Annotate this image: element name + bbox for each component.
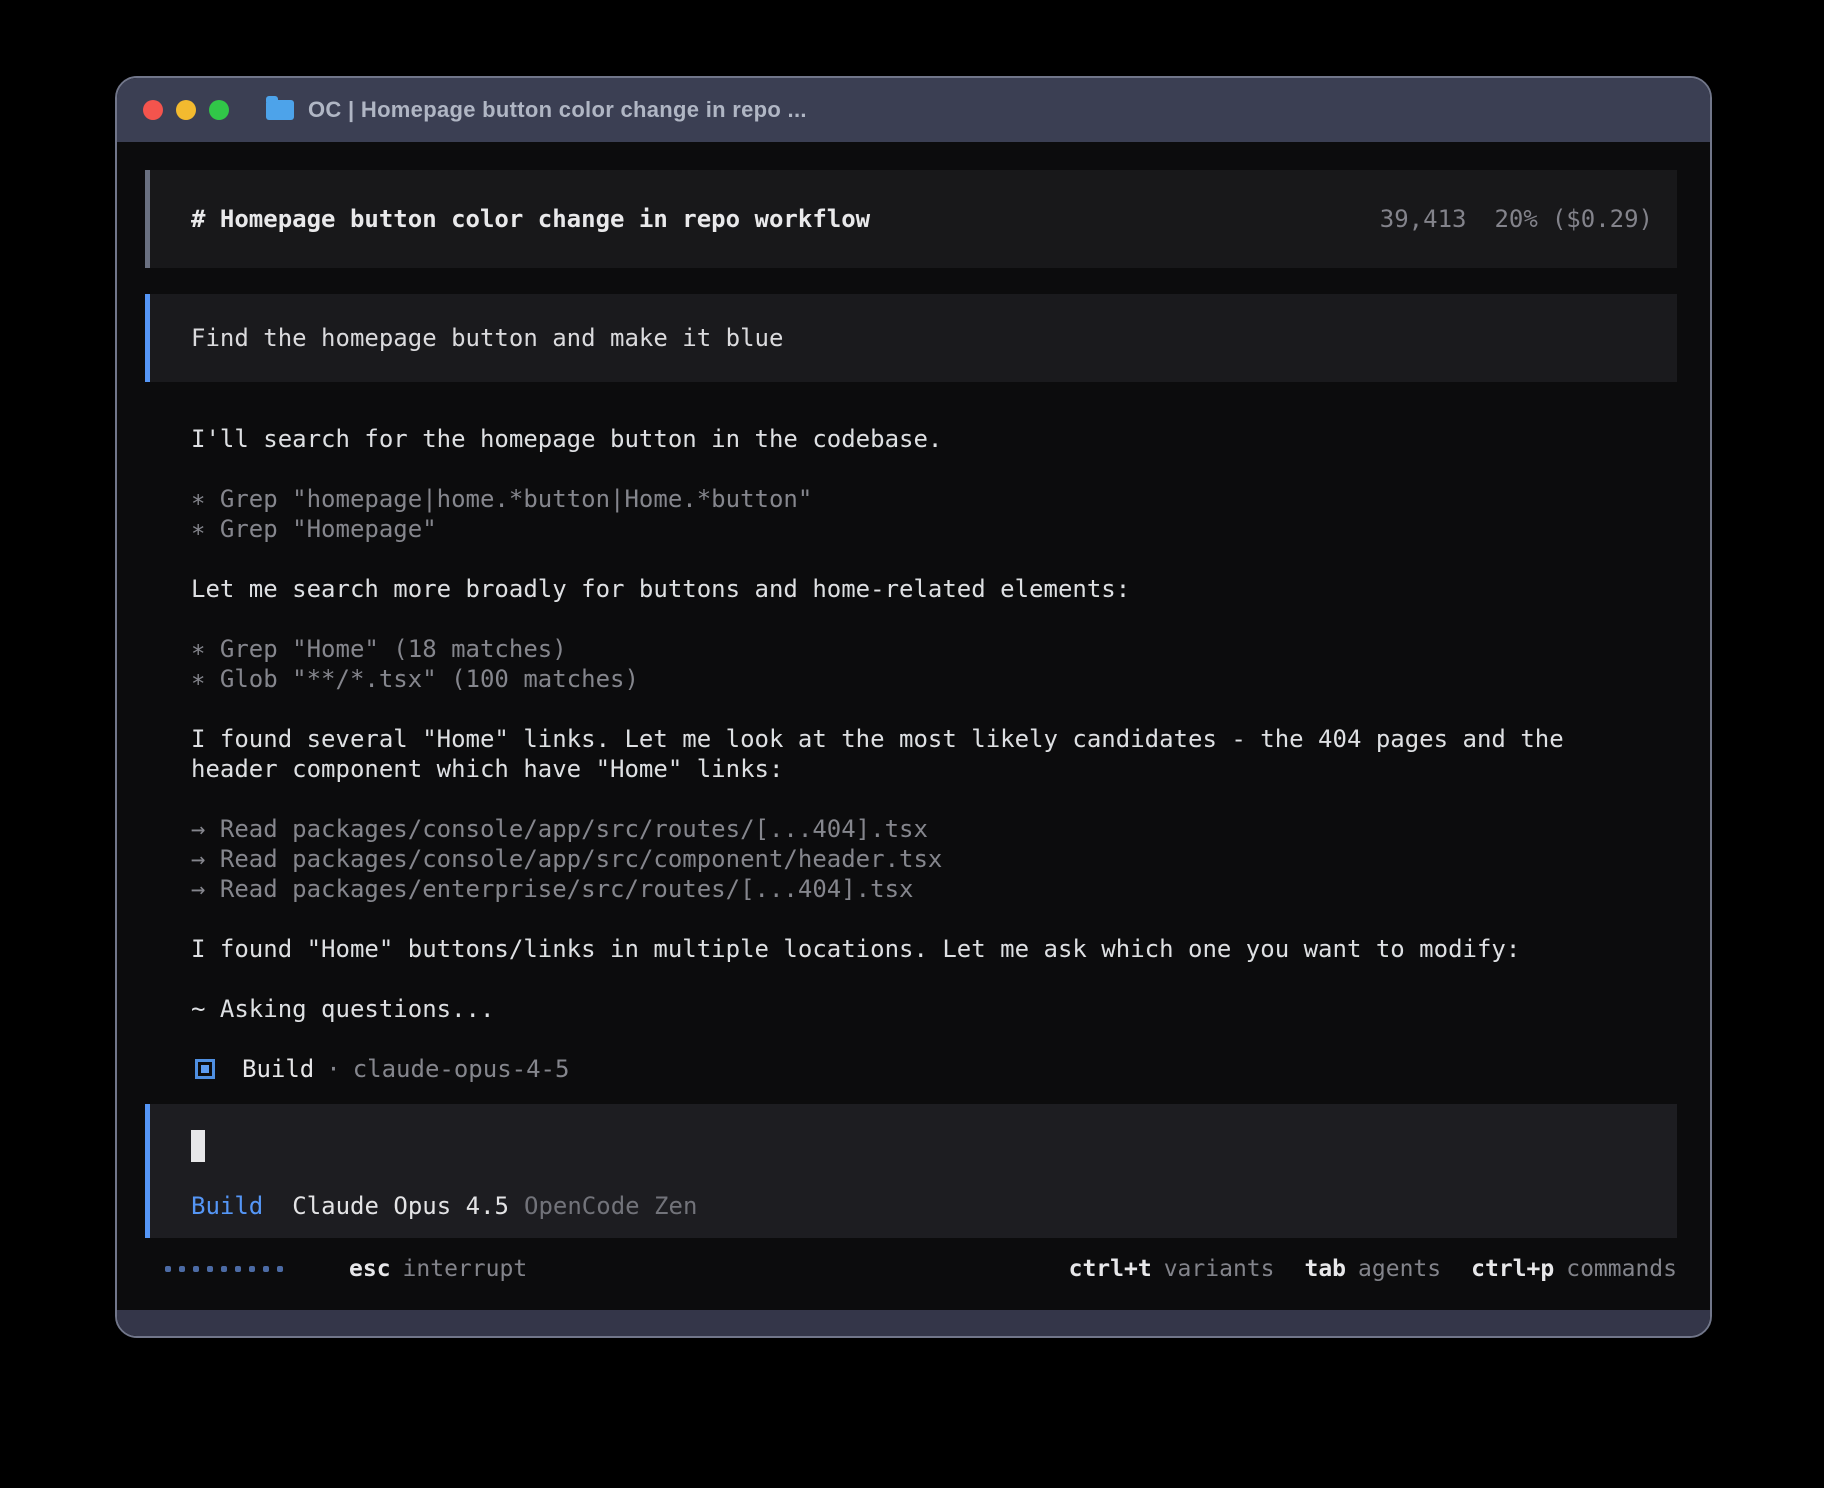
assistant-message: I found several "Home" links. Let me loo…	[191, 724, 1677, 784]
tool-call-group: → Read packages/console/app/src/routes/[…	[191, 814, 1677, 904]
text-cursor	[191, 1130, 205, 1162]
shortcut-variants: ctrl+t variants	[1069, 1254, 1275, 1284]
prompt-input[interactable]: Build Claude Opus 4.5 OpenCode Zen	[145, 1104, 1677, 1238]
zoom-button[interactable]	[209, 100, 229, 120]
tool-call-line: ∗ Grep "homepage|home.*button|Home.*butt…	[191, 484, 1677, 514]
shortcut-agents: tab agents	[1304, 1254, 1441, 1284]
terminal-window: OC | Homepage button color change in rep…	[115, 76, 1712, 1338]
session-title: # Homepage button color change in repo w…	[191, 204, 870, 234]
assistant-message: Let me search more broadly for buttons a…	[191, 574, 1677, 604]
assistant-text-line: I'll search for the homepage button in t…	[191, 424, 1677, 454]
terminal-content: # Homepage button color change in repo w…	[117, 142, 1710, 1310]
tool-call-line: ∗ Grep "Home" (18 matches)	[191, 634, 1677, 664]
shortcut-label: agents	[1358, 1256, 1441, 1282]
shortcut-key: ctrl+t	[1069, 1256, 1152, 1282]
dot-separator: ·	[326, 1054, 340, 1084]
spinner-dots-icon	[165, 1266, 291, 1272]
window-title: OC | Homepage button color change in rep…	[308, 97, 807, 123]
assistant-text-line: header component which have "Home" links…	[191, 754, 1677, 784]
assistant-message: I found "Home" buttons/links in multiple…	[191, 934, 1677, 964]
agent-model: claude-opus-4-5	[353, 1054, 570, 1084]
session-stats: 39,413 20% ($0.29)	[1264, 174, 1653, 264]
shortcut-key: ctrl+p	[1471, 1256, 1554, 1282]
conversation: I'll search for the homepage button in t…	[145, 424, 1677, 1084]
folder-icon	[266, 100, 294, 120]
assistant-text-line: Let me search more broadly for buttons a…	[191, 574, 1677, 604]
agent-status-line: Build · claude-opus-4-5	[191, 1054, 1677, 1084]
assistant-status-line: ~ Asking questions...	[191, 994, 1677, 1024]
input-meta-row: Build Claude Opus 4.5 OpenCode Zen	[191, 1191, 1677, 1221]
shortcut-label: commands	[1566, 1256, 1677, 1282]
assistant-text-line: I found several "Home" links. Let me loo…	[191, 724, 1677, 754]
window-bottom-edge	[117, 1310, 1710, 1336]
agent-build-icon	[195, 1059, 215, 1079]
session-cost: ($0.29)	[1552, 205, 1653, 233]
assistant-text-line: I found "Home" buttons/links in multiple…	[191, 934, 1677, 964]
tool-call-line: → Read packages/console/app/src/componen…	[191, 844, 1677, 874]
tool-call-group: ∗ Grep "Home" (18 matches) ∗ Glob "**/*.…	[191, 634, 1677, 694]
window-titlebar[interactable]: OC | Homepage button color change in rep…	[117, 78, 1710, 142]
shortcut-commands: ctrl+p commands	[1471, 1254, 1677, 1284]
status-bar: esc interrupt ctrl+t variants tab agents ct…	[145, 1254, 1677, 1284]
input-model[interactable]: Claude Opus 4.5	[292, 1191, 509, 1221]
status-bar-left: esc interrupt	[165, 1254, 527, 1284]
input-agent-mode[interactable]: Build	[191, 1191, 263, 1221]
context-percent: 20%	[1494, 205, 1537, 233]
shortcut-key: esc	[349, 1256, 391, 1282]
tool-call-group: ∗ Grep "homepage|home.*button|Home.*butt…	[191, 484, 1677, 544]
close-button[interactable]	[143, 100, 163, 120]
minimize-button[interactable]	[176, 100, 196, 120]
tool-call-line: ∗ Glob "**/*.tsx" (100 matches)	[191, 664, 1677, 694]
shortcut-key: tab	[1304, 1256, 1346, 1282]
shortcut-label: interrupt	[403, 1256, 528, 1282]
status-bar-right: ctrl+t variants tab agents ctrl+p commands	[1069, 1254, 1677, 1284]
input-provider: OpenCode Zen	[524, 1191, 697, 1221]
session-header: # Homepage button color change in repo w…	[145, 170, 1677, 268]
assistant-working-status: ~ Asking questions...	[191, 994, 1677, 1024]
tool-call-line: → Read packages/console/app/src/routes/[…	[191, 814, 1677, 844]
assistant-message: I'll search for the homepage button in t…	[191, 424, 1677, 454]
user-message-text: Find the homepage button and make it blu…	[191, 323, 783, 353]
tool-call-line: → Read packages/enterprise/src/routes/[.…	[191, 874, 1677, 904]
tool-call-line: ∗ Grep "Homepage"	[191, 514, 1677, 544]
agent-name: Build	[242, 1054, 314, 1084]
user-message: Find the homepage button and make it blu…	[145, 294, 1677, 382]
shortcut-interrupt: esc interrupt	[349, 1254, 527, 1284]
token-count: 39,413	[1380, 205, 1467, 233]
shortcut-label: variants	[1164, 1256, 1275, 1282]
